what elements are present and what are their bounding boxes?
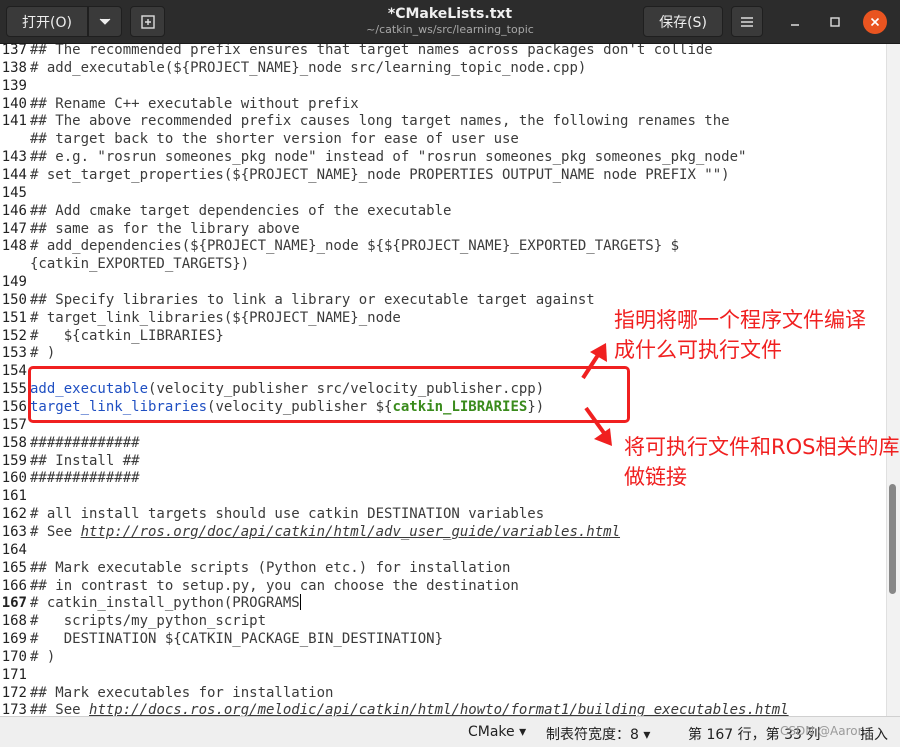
annotation-link-note: 将可执行文件和ROS相关的库做链接 [624,435,900,489]
insert-mode: 插入 [860,727,888,743]
status-bar: CMake ▾ 制表符宽度：8 ▾ 第 167 行，第 33 列 CSDN @A… [0,716,900,747]
watermark: CSDN @Aaron [780,724,866,738]
annotation-arrows [581,343,612,446]
language-selector[interactable]: CMake ▾ [468,724,526,740]
annotation-compile-note: 指明将哪一个程序文件编译成什么可执行文件 [614,308,866,362]
arrow-down-icon [584,406,612,446]
arrow-up-icon [581,343,607,380]
tab-width-selector[interactable]: 制表符宽度：8 ▾ [546,724,650,744]
